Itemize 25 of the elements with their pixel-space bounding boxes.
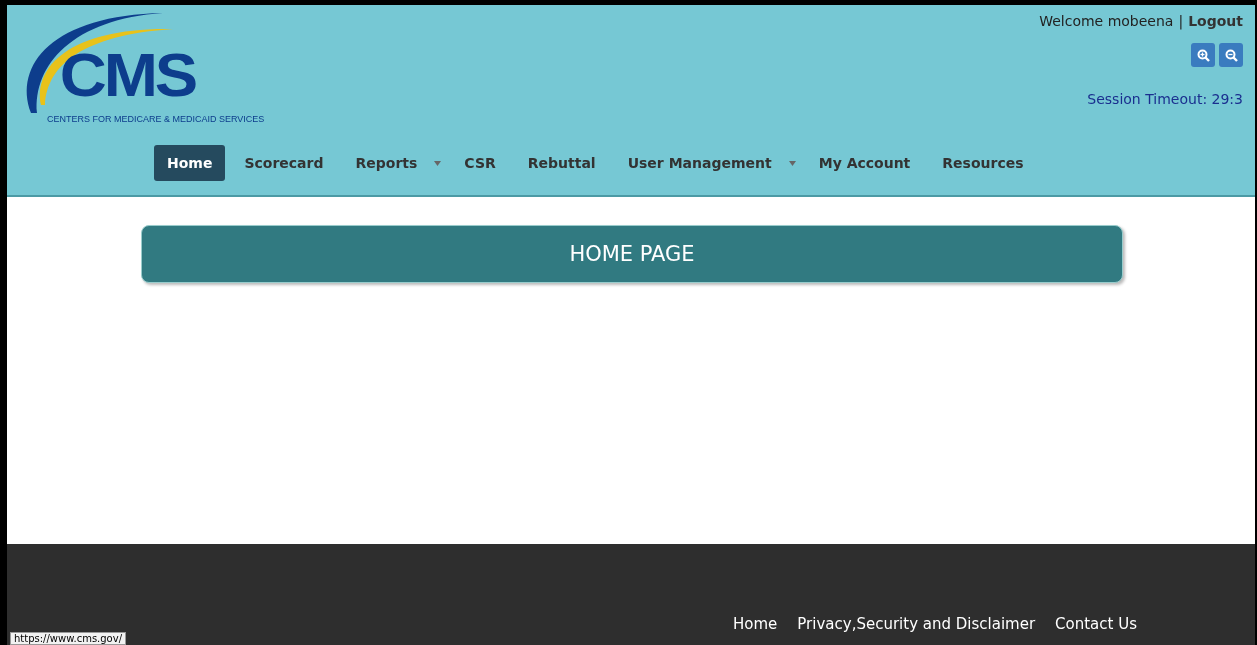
footer-link[interactable]: Home — [733, 615, 778, 633]
page-banner: HOME PAGE — [141, 225, 1123, 283]
caret-icon[interactable] — [434, 160, 442, 166]
logout-link[interactable]: Logout — [1188, 13, 1243, 29]
zoom-in-button[interactable] — [1191, 43, 1215, 67]
logo-tagline: CENTERS FOR MEDICARE & MEDICAID SERVICES — [47, 114, 265, 124]
separator-text: | — [1178, 13, 1184, 29]
zoom-in-icon — [1196, 48, 1210, 62]
nav-tab[interactable]: Rebuttal — [514, 145, 609, 181]
caret-icon[interactable] — [788, 160, 796, 166]
nav-tab[interactable]: Resources — [929, 145, 1037, 181]
zoom-out-icon — [1224, 48, 1238, 62]
nav-tab[interactable]: Home — [154, 145, 226, 181]
nav-tab[interactable]: My Account — [805, 145, 924, 181]
footer-link[interactable]: Contact Us — [1055, 615, 1137, 633]
session-timeout: Session Timeout: 29:3 — [1087, 91, 1243, 107]
status-url: https://www.cms.gov/ — [10, 632, 127, 645]
logo-letters: CMS — [59, 39, 195, 110]
nav-tab[interactable]: Scorecard — [231, 145, 337, 181]
footer-link[interactable]: Privacy,Security and Disclaimer — [797, 615, 1036, 633]
zoom-out-button[interactable] — [1219, 43, 1243, 67]
nav-tab[interactable]: Reports — [342, 145, 431, 181]
nav-tab[interactable]: CSR — [451, 145, 509, 181]
welcome-text: Welcome mobeena — [1039, 13, 1174, 29]
nav-tab[interactable]: User Management — [614, 145, 785, 181]
